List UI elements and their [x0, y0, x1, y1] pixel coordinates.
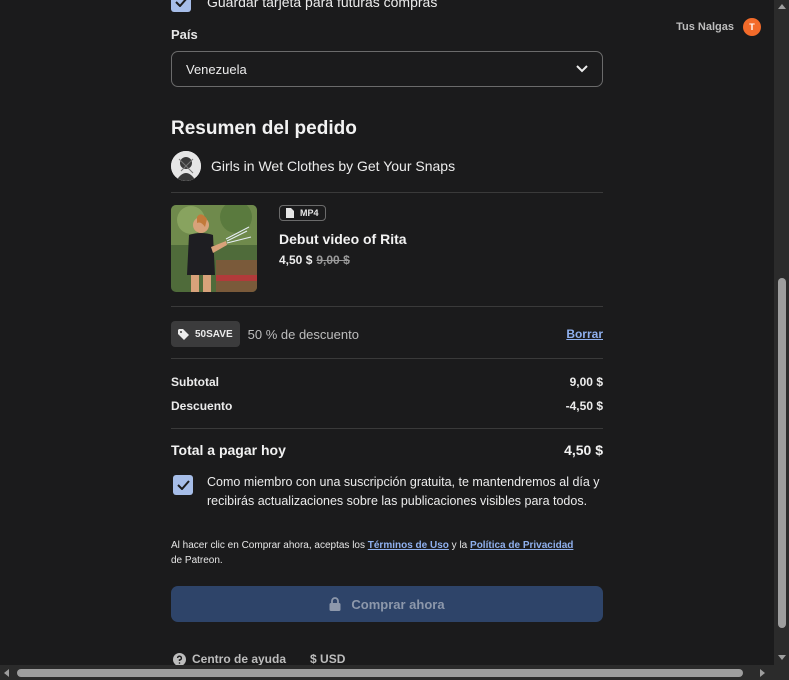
divider [171, 428, 603, 429]
country-select[interactable]: Venezuela [171, 51, 603, 87]
scroll-down-arrow-icon[interactable] [778, 655, 786, 660]
coupon-badge: 50SAVE [171, 321, 240, 347]
horizontal-scroll-thumb[interactable] [17, 669, 743, 677]
discount-row: Descuento -4,50 $ [171, 399, 603, 413]
user-avatar[interactable]: T [743, 18, 761, 36]
legal-notice: Al hacer clic en Comprar ahora, aceptas … [171, 538, 603, 568]
product-thumbnail [171, 205, 257, 292]
scroll-up-arrow-icon[interactable] [778, 4, 786, 9]
format-label: MP4 [300, 208, 319, 218]
product-item: MP4 Debut video of Rita 4,50 $9,00 $ [171, 205, 407, 292]
horizontal-scrollbar[interactable] [0, 665, 789, 680]
total-value: 4,50 $ [564, 442, 603, 458]
save-card-label: Guardar tarjeta para futuras compras [207, 0, 438, 10]
lock-icon [329, 597, 341, 611]
checkmark-icon [174, 0, 187, 7]
coupon-row: 50SAVE 50 % de descuento Borrar [171, 321, 603, 347]
privacy-link[interactable]: Política de Privacidad [470, 540, 573, 551]
subtotal-row: Subtotal 9,00 $ [171, 375, 603, 389]
format-badge: MP4 [279, 205, 326, 221]
subtotal-label: Subtotal [171, 375, 219, 389]
membership-text: Como miembro con una suscripción gratuit… [207, 475, 600, 508]
total-label: Total a pagar hoy [171, 442, 286, 458]
scrollbar-corner [774, 665, 789, 680]
buy-now-label: Comprar ahora [351, 596, 445, 612]
checkmark-icon [176, 480, 190, 490]
divider [171, 192, 603, 193]
save-card-row[interactable]: Guardar tarjeta para futuras compras [171, 0, 437, 12]
user-menu[interactable]: Tus Nalgas T [676, 18, 761, 36]
membership-checkbox[interactable] [173, 475, 193, 495]
tag-icon [178, 328, 189, 340]
help-center-label: Centro de ayuda [192, 652, 287, 666]
discount-label: Descuento [171, 399, 233, 413]
creator-name: Girls in Wet Clothes by Get Your Snaps [211, 158, 456, 174]
product-price: 4,50 $9,00 $ [279, 253, 407, 267]
vertical-scrollbar[interactable] [774, 0, 789, 665]
current-price: 4,50 $ [279, 253, 313, 267]
scroll-right-arrow-icon[interactable] [760, 669, 765, 677]
help-icon [173, 652, 186, 666]
scroll-left-arrow-icon[interactable] [4, 669, 9, 677]
divider [171, 306, 603, 307]
country-value: Venezuela [186, 61, 247, 77]
currency-selector[interactable]: $ USD [310, 652, 345, 666]
footer: Centro de ayuda $ USD [173, 652, 345, 666]
original-price: 9,00 $ [316, 253, 350, 267]
legal-prefix: Al hacer clic en Comprar ahora, aceptas … [171, 540, 368, 551]
order-summary-title: Resumen del pedido [171, 118, 357, 139]
user-name: Tus Nalgas [676, 21, 734, 33]
discount-value: -4,50 $ [565, 399, 603, 413]
coupon-code: 50SAVE [195, 328, 233, 340]
creator-row: Girls in Wet Clothes by Get Your Snaps [171, 151, 455, 181]
file-icon [286, 208, 294, 218]
remove-coupon-link[interactable]: Borrar [566, 327, 603, 341]
country-label: País [171, 27, 198, 42]
legal-suffix: de Patreon. [171, 555, 223, 566]
membership-consent: Como miembro con una suscripción gratuit… [171, 473, 603, 510]
chevron-down-icon [576, 65, 588, 73]
creator-avatar [171, 151, 201, 181]
legal-middle: y la [448, 540, 471, 551]
total-row: Total a pagar hoy 4,50 $ [171, 442, 603, 458]
save-card-checkbox[interactable] [171, 0, 191, 12]
coupon-description: 50 % de descuento [247, 326, 359, 342]
subtotal-value: 9,00 $ [569, 375, 603, 389]
product-title: Debut video of Rita [279, 231, 407, 247]
help-center-link[interactable]: Centro de ayuda [173, 652, 286, 666]
terms-link[interactable]: Términos de Uso [368, 540, 449, 551]
divider [171, 358, 603, 359]
vertical-scroll-thumb[interactable] [778, 278, 786, 628]
buy-now-button[interactable]: Comprar ahora [171, 586, 603, 622]
